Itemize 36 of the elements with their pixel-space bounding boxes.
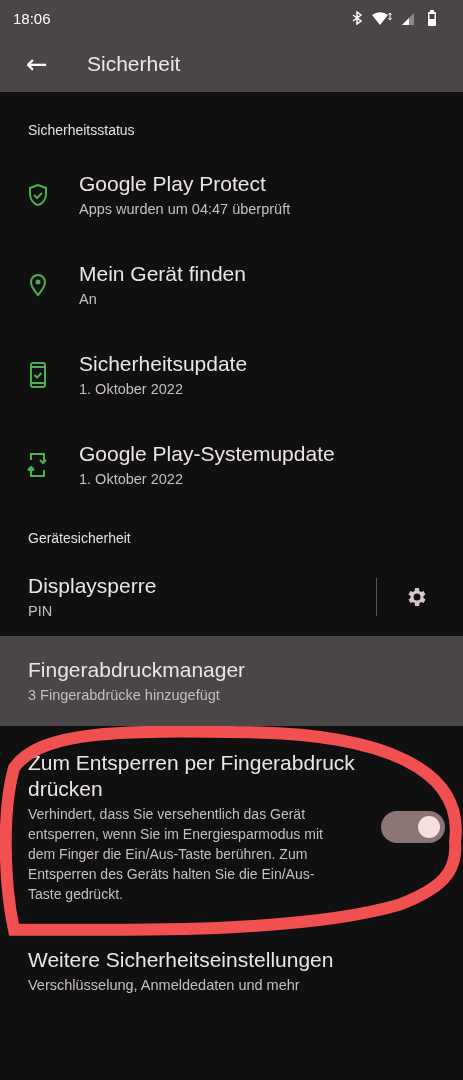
item-title: Weitere Sicherheitseinstellungen [28, 947, 335, 973]
battery-icon [427, 10, 437, 26]
bluetooth-icon [351, 11, 363, 25]
item-title: Sicherheitsupdate [79, 351, 249, 377]
item-subtitle: An [79, 290, 98, 309]
shield-check-icon [27, 183, 48, 207]
item-title: Mein Gerät finden [79, 261, 247, 287]
item-subtitle: 1. Oktober 2022 [79, 380, 184, 399]
settings-item[interactable]: Sicherheitsupdate 1. Oktober 2022 [0, 330, 463, 420]
item-subtitle: Verhindert, dass Sie versehentlich das Gerät entsperren, wenn Sie im Energiesparmodus mit dem Finger die Ein/Aus-Taste berühren. Zum Entsperren des Geräts halten Sie die Ein/Aus-Taste gedrückt. [28, 805, 324, 904]
page-title: Sicherheit [87, 52, 181, 76]
item-subtitle: 1. Oktober 2022 [79, 470, 184, 489]
settings-item[interactable]: Weitere Sicherheitseinstellungen Verschlüsselung, Anmeldedaten und mehr [0, 932, 463, 1010]
back-button[interactable]: ← [12, 49, 62, 79]
item-title: Google Play-Systemupdate [79, 441, 336, 467]
settings-item[interactable]: Google Play-Systemupdate 1. Oktober 2022 [0, 420, 463, 510]
section-header: Sicherheitsstatus [27, 121, 136, 140]
item-subtitle: 3 Fingerabdrücke hinzugefügt [28, 686, 221, 705]
item-title: Google Play Protect [79, 171, 267, 197]
status-time: 18:06 [13, 9, 51, 27]
phone-sync-icon [25, 452, 50, 478]
item-subtitle: Verschlüsselung, Anmeldedaten und mehr [28, 976, 301, 995]
settings-item[interactable]: Fingerabdruckmanager 3 Fingerabdrücke hinzugefügt [0, 636, 463, 726]
item-title: Zum Entsperren per Fingerabdruck drücken [28, 750, 356, 802]
phone-check-icon [28, 362, 47, 388]
settings-item[interactable]: Mein Gerät finden An [0, 240, 463, 330]
item-subtitle: PIN [28, 602, 54, 621]
item-title: Displaysperre [28, 573, 158, 599]
item-title: Fingerabdruckmanager [28, 657, 247, 683]
settings-item[interactable]: Displaysperre PIN [0, 558, 463, 636]
toggle-switch[interactable] [381, 811, 445, 843]
settings-item[interactable]: Google Play Protect Apps wurden um 04:47 überprüft [0, 150, 463, 240]
location-pin-icon [28, 273, 47, 297]
item-subtitle: Apps wurden um 04:47 überprüft [79, 200, 292, 219]
section-header: Gerätesicherheit [27, 529, 132, 548]
wifi-icon [371, 11, 393, 25]
